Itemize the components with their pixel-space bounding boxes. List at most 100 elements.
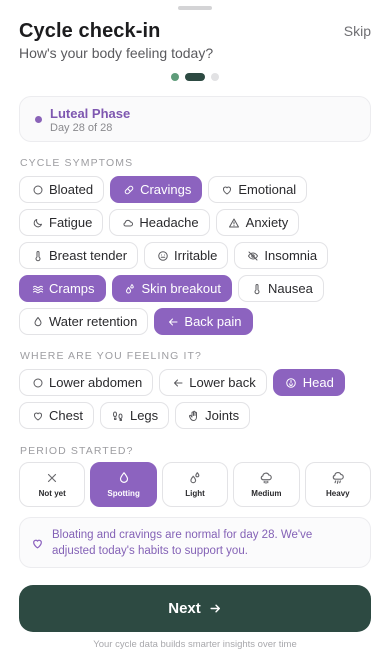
period-option-spotting[interactable]: Spotting bbox=[90, 462, 157, 507]
checkin-sheet: Cycle check-in How's your body feeling t… bbox=[0, 0, 390, 657]
pill-icon bbox=[122, 183, 135, 196]
next-button[interactable]: Next bbox=[19, 585, 371, 632]
symptom-chip-breast-tender[interactable]: Breast tender bbox=[19, 242, 139, 269]
symptom-chip-label: Bloated bbox=[49, 182, 94, 197]
period-option-label: Not yet bbox=[38, 489, 66, 498]
period-option-label: Spotting bbox=[107, 489, 140, 498]
moon-icon bbox=[31, 216, 44, 229]
period-option-medium[interactable]: Medium bbox=[233, 462, 300, 507]
symptom-chip-label: Breast tender bbox=[49, 248, 128, 263]
arrow-left-icon bbox=[166, 315, 179, 328]
rain-cloud-icon bbox=[259, 471, 273, 485]
eye-off-icon bbox=[246, 249, 259, 262]
symptom-chip-label: Irritable bbox=[174, 248, 218, 263]
head-icon bbox=[285, 376, 298, 389]
location-chip-chest[interactable]: Chest bbox=[19, 402, 94, 429]
symptom-chip-skin-breakout[interactable]: Skin breakout bbox=[111, 275, 233, 302]
symptom-chip-nausea[interactable]: Nausea bbox=[238, 275, 324, 302]
location-chip-joints[interactable]: Joints bbox=[175, 402, 251, 429]
page-subtitle: How's your body feeling today? bbox=[19, 45, 214, 61]
next-label: Next bbox=[168, 600, 201, 617]
heart-icon bbox=[31, 409, 44, 422]
symptom-chip-cramps[interactable]: Cramps bbox=[19, 275, 106, 302]
warning-icon bbox=[228, 216, 241, 229]
cloud-icon bbox=[121, 216, 134, 229]
location-chip-lower-back[interactable]: Lower back bbox=[159, 369, 267, 396]
circle-icon bbox=[31, 183, 44, 196]
face-icon bbox=[156, 249, 169, 262]
storm-cloud-icon bbox=[331, 471, 345, 485]
location-chip-label: Head bbox=[302, 375, 334, 390]
location-chip-lower-abdomen[interactable]: Lower abdomen bbox=[19, 369, 154, 396]
symptom-chip-cravings[interactable]: Cravings bbox=[110, 176, 203, 203]
insight-note: Bloating and cravings are normal for day… bbox=[19, 517, 371, 568]
symptom-chip-back-pain[interactable]: Back pain bbox=[154, 308, 253, 335]
symptom-chip-insomnia[interactable]: Insomnia bbox=[234, 242, 329, 269]
symptom-chip-label: Cravings bbox=[140, 182, 192, 197]
thermometer-icon bbox=[250, 282, 263, 295]
symptom-chip-label: Back pain bbox=[184, 314, 242, 329]
phase-name: Luteal Phase bbox=[50, 106, 131, 121]
location-chip-label: Lower back bbox=[189, 375, 256, 390]
footprints-icon bbox=[112, 409, 125, 422]
period-option-heavy[interactable]: Heavy bbox=[304, 462, 372, 507]
period-option-light[interactable]: Light bbox=[161, 462, 229, 507]
symptom-chip-label: Cramps bbox=[49, 281, 95, 296]
symptoms-heading: CYCLE SYMPTOMS bbox=[20, 157, 134, 169]
period-option-label: Light bbox=[185, 489, 205, 498]
arrow-left-icon bbox=[171, 376, 184, 389]
drops-icon bbox=[188, 471, 202, 485]
period-option-label: Medium bbox=[251, 489, 282, 498]
step-dot-complete bbox=[171, 73, 179, 81]
symptom-chip-emotional[interactable]: Emotional bbox=[208, 176, 308, 203]
symptom-chip-group: Bloated Cravings Emotional Fatigue Headache A… bbox=[19, 176, 371, 335]
drop-icon bbox=[117, 471, 131, 485]
symptom-chip-irritable[interactable]: Irritable bbox=[144, 242, 229, 269]
phase-day: Day 28 of 28 bbox=[50, 122, 113, 134]
heart-icon bbox=[31, 537, 44, 550]
phase-dot bbox=[35, 116, 42, 123]
location-chip-label: Joints bbox=[205, 408, 240, 423]
waves-icon bbox=[31, 282, 44, 295]
hand-icon bbox=[187, 409, 200, 422]
symptom-chip-headache[interactable]: Headache bbox=[109, 209, 210, 236]
symptom-chip-label: Insomnia bbox=[264, 248, 318, 263]
skip-button[interactable]: Skip bbox=[344, 23, 371, 39]
location-chip-head[interactable]: Head bbox=[272, 369, 345, 396]
drop-icon bbox=[31, 315, 44, 328]
symptom-chip-label: Anxiety bbox=[245, 215, 289, 230]
arrow-right-icon bbox=[209, 602, 222, 615]
symptom-chip-label: Water retention bbox=[49, 314, 138, 329]
page-title: Cycle check-in bbox=[19, 20, 161, 42]
drops-icon bbox=[124, 282, 137, 295]
symptom-chip-water-retention[interactable]: Water retention bbox=[19, 308, 149, 335]
thermometer-icon bbox=[31, 249, 44, 262]
sheet-grabber[interactable] bbox=[178, 6, 212, 10]
step-indicator bbox=[171, 73, 219, 81]
period-option-label: Heavy bbox=[326, 489, 350, 498]
period-heading: PERIOD STARTED? bbox=[20, 445, 134, 457]
insight-text: Bloating and cravings are normal for day… bbox=[52, 529, 313, 557]
symptom-chip-label: Emotional bbox=[238, 182, 297, 197]
symptom-chip-anxiety[interactable]: Anxiety bbox=[215, 209, 300, 236]
symptom-chip-label: Headache bbox=[139, 215, 199, 230]
footer-hint: Your cycle data builds smarter insights … bbox=[93, 639, 297, 650]
period-option-not-yet[interactable]: Not yet bbox=[19, 462, 86, 507]
phase-card: Luteal Phase Day 28 of 28 bbox=[19, 96, 371, 142]
location-chip-group: Lower abdomen Lower back Head Chest Legs Join… bbox=[19, 369, 371, 429]
symptom-chip-label: Skin breakout bbox=[141, 281, 222, 296]
location-chip-label: Lower abdomen bbox=[49, 375, 143, 390]
location-chip-label: Chest bbox=[49, 408, 83, 423]
symptom-chip-fatigue[interactable]: Fatigue bbox=[19, 209, 104, 236]
location-heading: WHERE ARE YOU FEELING IT? bbox=[20, 350, 202, 362]
step-dot-upcoming bbox=[211, 73, 219, 81]
location-chip-legs[interactable]: Legs bbox=[99, 402, 170, 429]
circle-icon bbox=[31, 376, 44, 389]
symptom-chip-bloated[interactable]: Bloated bbox=[19, 176, 105, 203]
x-icon bbox=[45, 471, 59, 485]
heart-icon bbox=[220, 183, 233, 196]
step-dot-current bbox=[185, 73, 205, 81]
period-option-group: Not yet Spotting Light Medium Heavy bbox=[19, 462, 372, 507]
symptom-chip-label: Fatigue bbox=[49, 215, 93, 230]
symptom-chip-label: Nausea bbox=[268, 281, 313, 296]
